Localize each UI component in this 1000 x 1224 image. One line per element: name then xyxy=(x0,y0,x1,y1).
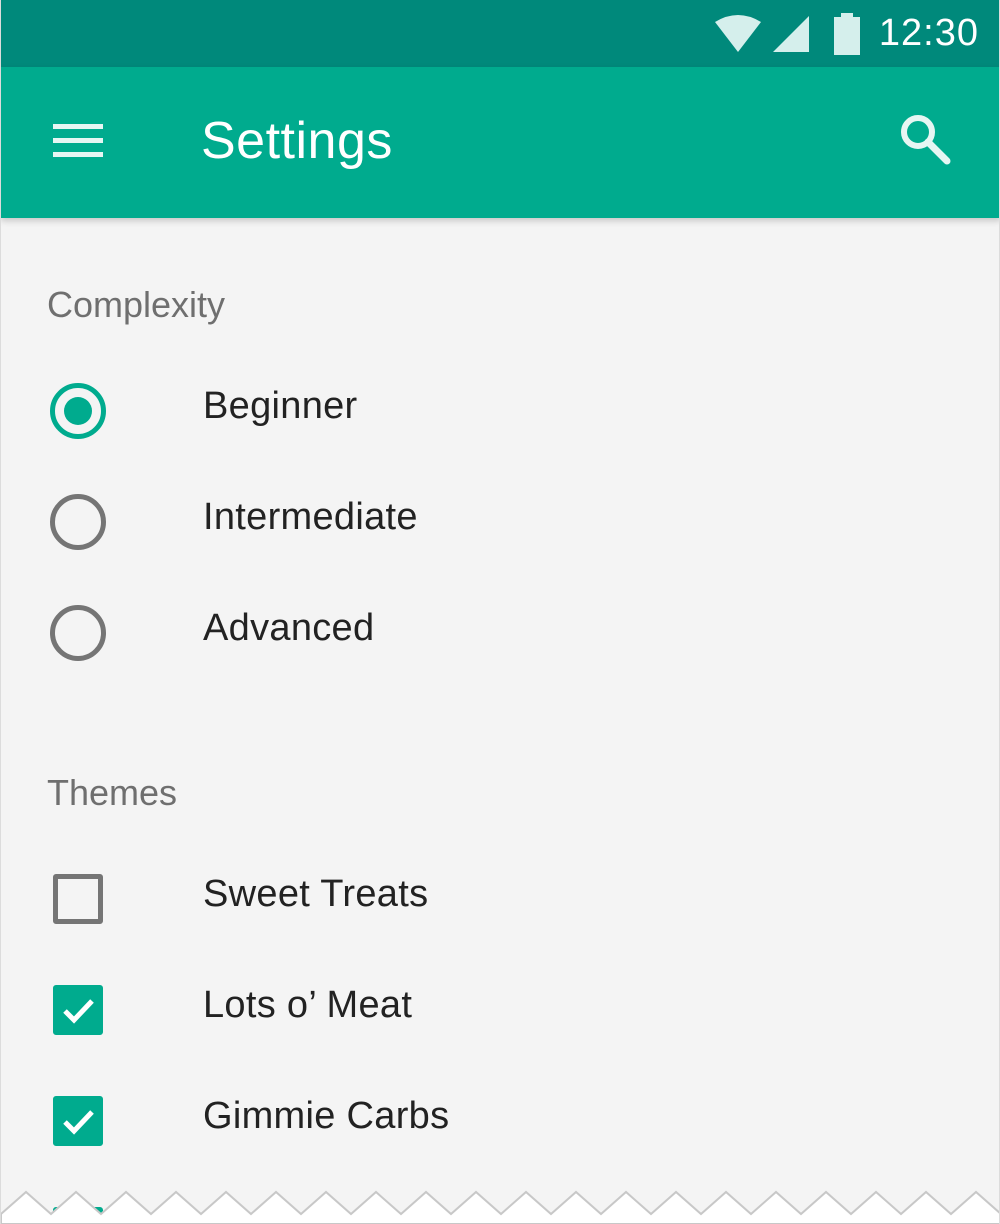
radio-unselected-icon xyxy=(50,494,106,550)
menu-button[interactable] xyxy=(41,110,115,174)
checkbox-label: Lots o’ Meat xyxy=(203,984,413,1026)
checkbox[interactable] xyxy=(47,1090,109,1152)
radio-option-advanced[interactable]: Advanced xyxy=(1,582,999,682)
radio-label: Intermediate xyxy=(203,496,418,538)
checkbox-option-sweet-treats[interactable]: Sweet Treats xyxy=(1,848,999,948)
checkbox-label: Sweet Treats xyxy=(203,873,429,915)
cell-signal-icon xyxy=(771,14,811,54)
checkbox[interactable] xyxy=(47,979,109,1041)
checkbox-option-gimmie-carbs[interactable]: Gimmie Carbs xyxy=(1,1070,999,1170)
app-bar: Settings xyxy=(1,67,999,218)
complexity-section-header: Complexity xyxy=(47,284,226,325)
settings-screen: 12:30 Settings Complexity Beginner Inter… xyxy=(0,0,1000,1224)
status-time: 12:30 xyxy=(878,12,979,54)
checkbox-label: Gimmie Carbs xyxy=(203,1095,450,1137)
page-title: Settings xyxy=(201,112,393,170)
radio-unselected-icon xyxy=(50,605,106,661)
radio-option-intermediate[interactable]: Intermediate xyxy=(1,471,999,571)
torn-edge-divider xyxy=(1,1190,999,1224)
search-button[interactable] xyxy=(889,105,961,177)
status-bar: 12:30 xyxy=(1,0,999,67)
radio-label: Beginner xyxy=(203,385,358,427)
radio-selected-icon xyxy=(50,383,106,439)
checkbox-checked-icon xyxy=(53,1096,103,1146)
wifi-icon xyxy=(713,14,763,54)
checkbox[interactable] xyxy=(47,868,109,930)
menu-icon xyxy=(51,120,105,165)
status-icons: 12:30 xyxy=(713,0,979,67)
radio-button[interactable] xyxy=(47,491,109,553)
search-icon xyxy=(897,111,953,172)
radio-button[interactable] xyxy=(47,602,109,664)
battery-icon xyxy=(833,12,861,55)
themes-section-header: Themes xyxy=(47,772,178,813)
radio-button[interactable] xyxy=(47,380,109,442)
checkbox-option-lots-o-meat[interactable]: Lots o’ Meat xyxy=(1,959,999,1059)
checkbox-checked-icon xyxy=(53,985,103,1035)
radio-label: Advanced xyxy=(203,607,375,649)
checkbox-unchecked-icon xyxy=(53,874,103,924)
radio-option-beginner[interactable]: Beginner xyxy=(1,360,999,460)
